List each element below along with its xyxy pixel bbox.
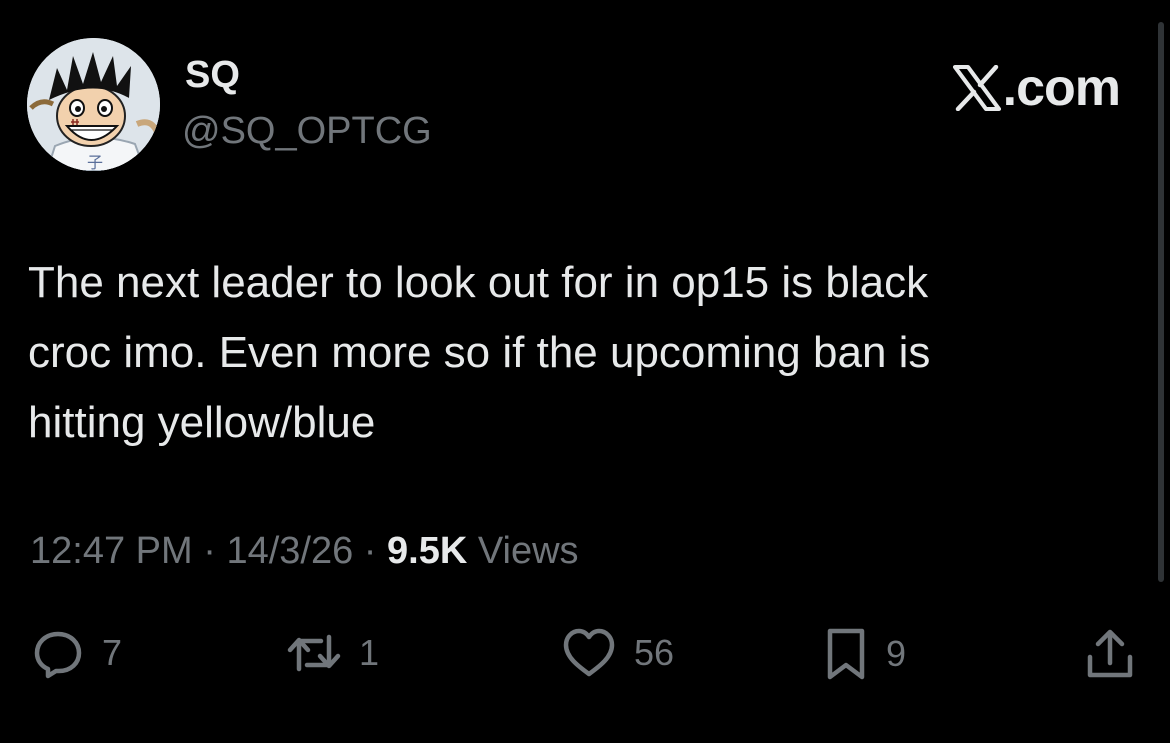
reply-icon	[34, 631, 82, 679]
tweet-time[interactable]: 12:47 PM	[30, 530, 193, 572]
reply-count: 7	[102, 632, 123, 673]
bookmark-button[interactable]: 9	[822, 625, 906, 683]
avatar[interactable]: 子	[27, 38, 160, 171]
tweet-meta: 12:47 PM · 14/3/26 · 9.5K Views	[30, 532, 579, 570]
handle[interactable]: @SQ_OPTCG	[182, 112, 432, 150]
meta-separator: ·	[203, 530, 216, 572]
brand-text: .com	[1002, 59, 1121, 117]
brand-watermark: .com	[952, 59, 1121, 117]
x-logo-icon	[952, 65, 1001, 111]
repost-button[interactable]: 1	[285, 625, 379, 681]
scrollbar[interactable]	[1158, 22, 1164, 582]
share-icon	[1087, 629, 1133, 678]
tweet-date[interactable]: 14/3/26	[226, 530, 353, 572]
reply-button[interactable]: 7	[30, 625, 122, 681]
share-button[interactable]	[1082, 625, 1138, 683]
views-count: 9.5K	[387, 530, 468, 572]
svg-text:子: 子	[87, 153, 103, 171]
tweet-text: The next leader to look out for in op15 …	[28, 258, 931, 447]
bookmark-count: 9	[886, 633, 907, 674]
heart-icon	[563, 628, 615, 677]
repost-count: 1	[359, 632, 380, 673]
repost-icon	[287, 634, 341, 672]
avatar-image: 子	[27, 38, 160, 171]
display-name[interactable]: SQ	[185, 56, 240, 94]
meta-separator: ·	[363, 530, 377, 572]
like-button[interactable]: 56	[560, 625, 674, 681]
bookmark-icon	[827, 628, 865, 680]
action-bar: 7 1 56 9	[0, 625, 1170, 689]
views-label: Views	[477, 530, 579, 572]
like-count: 56	[634, 632, 675, 673]
